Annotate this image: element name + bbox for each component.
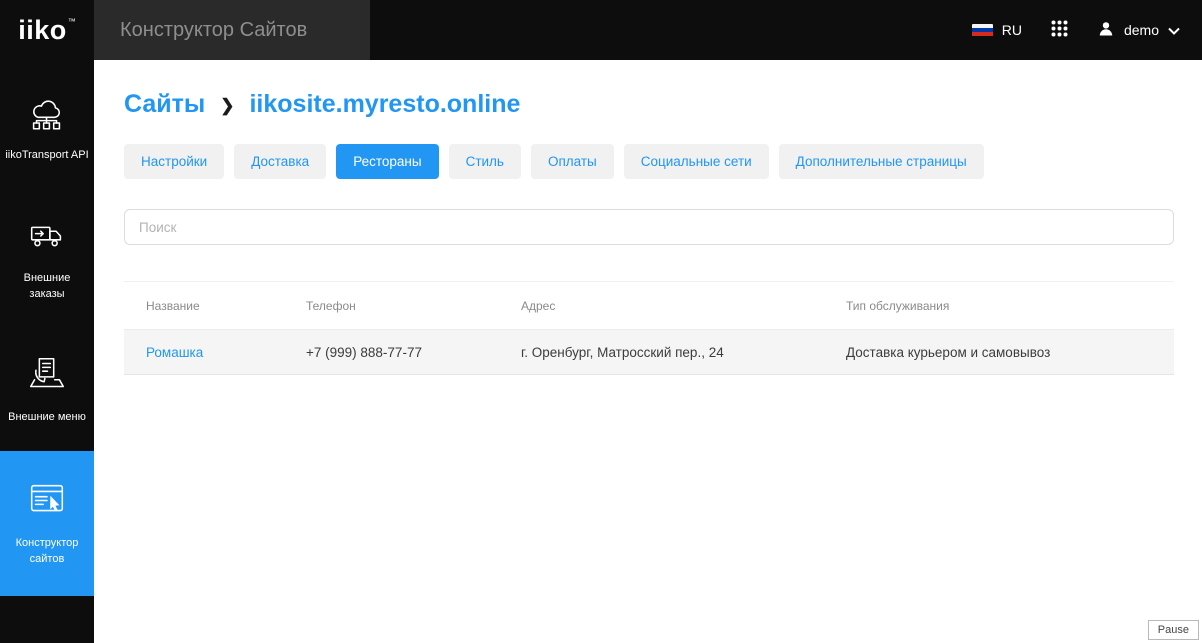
- sidebar: iiko™ iikoTransport API: [0, 0, 94, 643]
- restaurant-address: г. Оренбург, Матросский пер., 24: [521, 345, 846, 360]
- tab-additional-pages[interactable]: Дополнительные страницы: [779, 144, 984, 179]
- logo-text: iiko: [18, 15, 67, 46]
- restaurant-service-type: Доставка курьером и самовывоз: [846, 345, 1152, 360]
- sidebar-item-label: Внешние заказы: [5, 271, 89, 303]
- breadcrumb: Сайты ❯ iikosite.myresto.online: [124, 90, 1174, 119]
- chevron-down-icon: [1168, 22, 1180, 38]
- sidebar-item-iikotransport-api[interactable]: iikoTransport API: [0, 66, 94, 189]
- column-header-address: Адрес: [521, 299, 846, 313]
- tab-delivery[interactable]: Доставка: [234, 144, 326, 179]
- tab-payments[interactable]: Оплаты: [531, 144, 614, 179]
- main-content: Сайты ❯ iikosite.myresto.online Настройк…: [94, 60, 1202, 643]
- breadcrumb-sites-link[interactable]: Сайты: [124, 90, 205, 119]
- header-actions: RU demo: [972, 19, 1202, 41]
- user-icon: [1097, 20, 1115, 41]
- breadcrumb-separator-icon: ❯: [220, 96, 234, 116]
- site-tabs: Настройки Доставка Рестораны Стиль Оплат…: [124, 144, 1174, 179]
- page-title: Конструктор Сайтов: [120, 19, 307, 42]
- restaurant-phone: +7 (999) 888-77-77: [306, 345, 521, 360]
- column-header-phone: Телефон: [306, 299, 521, 313]
- tab-social-networks[interactable]: Социальные сети: [624, 144, 769, 179]
- external-menu-icon: [24, 353, 70, 397]
- language-switcher[interactable]: RU: [972, 22, 1022, 38]
- cloud-network-icon: [24, 91, 70, 135]
- sidebar-item-label: Конструктор сайтов: [5, 536, 89, 568]
- sidebar-item-external-orders[interactable]: Внешние заказы: [0, 189, 94, 328]
- search-bar: [124, 209, 1174, 245]
- sidebar-item-label: Внешние меню: [8, 410, 86, 426]
- iiko-logo[interactable]: iiko™: [0, 0, 94, 60]
- app-title-block: Конструктор Сайтов: [94, 0, 370, 60]
- sidebar-item-label: iikoTransport API: [5, 148, 88, 164]
- sidebar-item-external-menus[interactable]: Внешние меню: [0, 328, 94, 451]
- top-header: Конструктор Сайтов RU demo: [94, 0, 1202, 60]
- breadcrumb-current-site: iikosite.myresto.online: [249, 90, 520, 119]
- logo-trademark: ™: [68, 17, 76, 26]
- apps-grid-icon[interactable]: [1050, 19, 1069, 41]
- username-label: demo: [1124, 22, 1159, 38]
- language-label: RU: [1002, 22, 1022, 38]
- user-menu[interactable]: demo: [1097, 20, 1180, 41]
- column-header-service-type: Тип обслуживания: [846, 299, 1152, 313]
- search-input[interactable]: [124, 209, 1174, 245]
- sidebar-item-site-builder[interactable]: Конструктор сайтов: [0, 451, 94, 596]
- tab-restaurants[interactable]: Рестораны: [336, 144, 438, 179]
- column-header-name: Название: [146, 299, 306, 313]
- tab-settings[interactable]: Настройки: [124, 144, 224, 179]
- tab-style[interactable]: Стиль: [449, 144, 521, 179]
- sidebar-nav: iikoTransport API Внешние заказы: [0, 66, 94, 596]
- pause-button[interactable]: Pause: [1148, 620, 1199, 640]
- restaurant-name-link[interactable]: Ромашка: [146, 345, 306, 360]
- table-row: Ромашка +7 (999) 888-77-77 г. Оренбург, …: [124, 329, 1174, 375]
- flag-ru-icon: [972, 24, 993, 37]
- delivery-truck-icon: [24, 214, 70, 258]
- restaurants-table: Название Телефон Адрес Тип обслуживания …: [124, 281, 1174, 375]
- table-header-row: Название Телефон Адрес Тип обслуживания: [124, 281, 1174, 329]
- site-builder-icon: [24, 479, 70, 523]
